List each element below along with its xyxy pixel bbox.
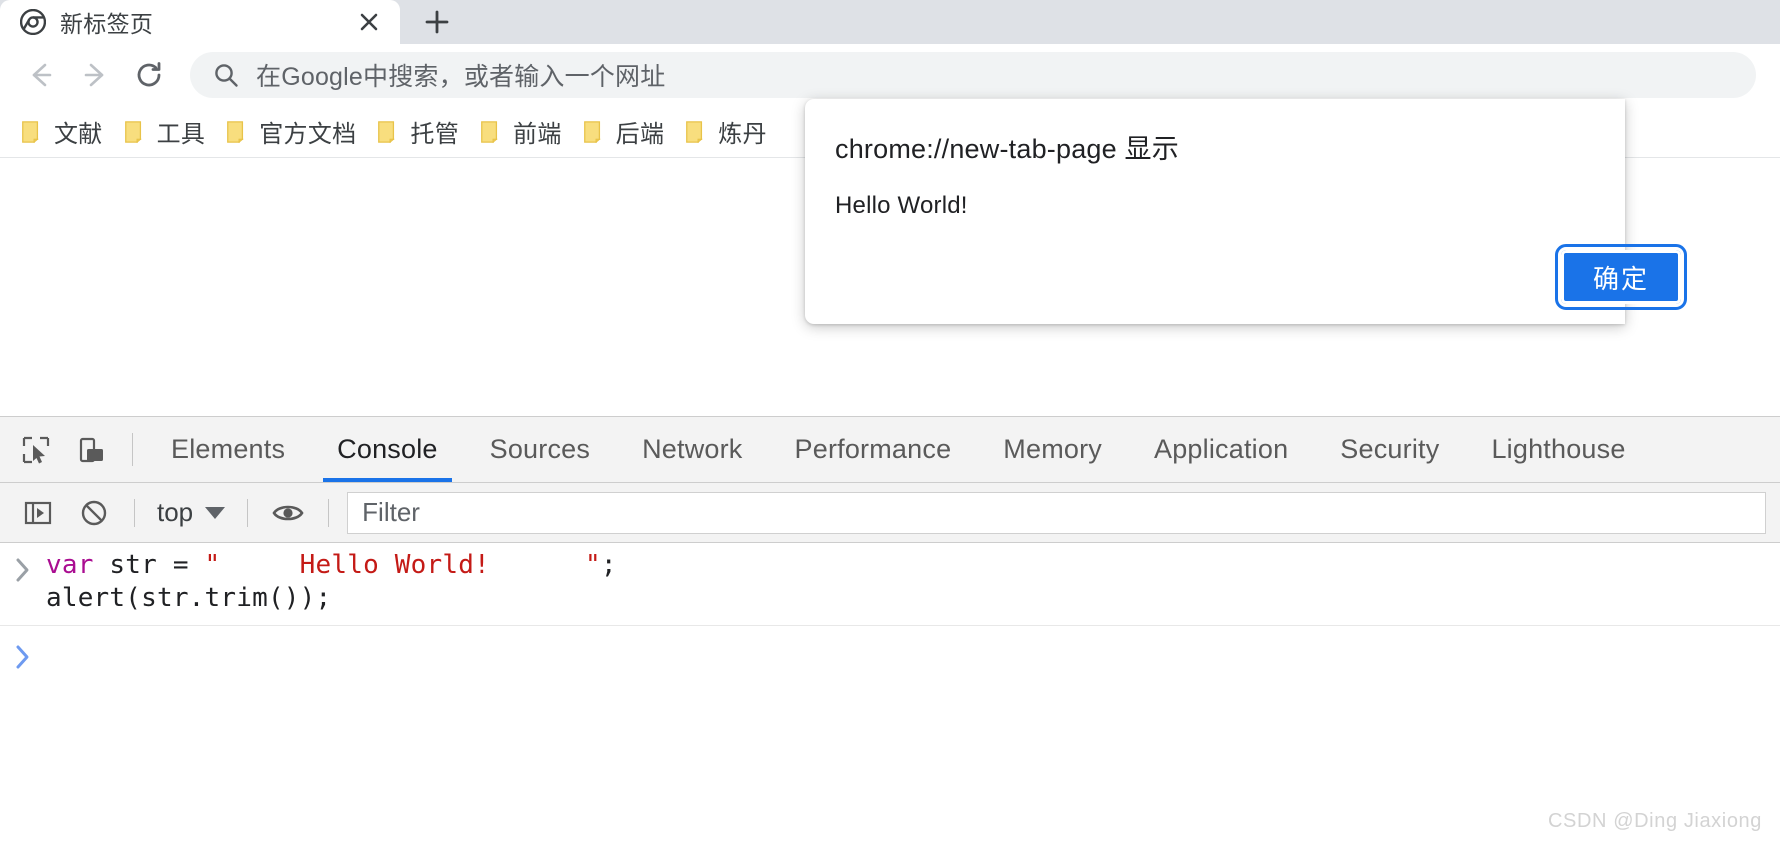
bookmark-item[interactable]: 官方文档	[215, 113, 366, 151]
bookmark-item[interactable]: 托管	[366, 113, 469, 151]
bookmark-item[interactable]: 后端	[572, 113, 675, 151]
folder-icon	[481, 120, 498, 143]
console-prompt-row[interactable]	[0, 626, 1780, 680]
live-expression-button[interactable]	[260, 489, 316, 537]
tab-strip-empty-area	[468, 0, 1780, 44]
bookmark-label: 后端	[615, 121, 665, 148]
console-entry-arrow-icon	[0, 549, 46, 583]
devtools-tab-security[interactable]: Security	[1314, 417, 1465, 482]
inspect-element-button[interactable]	[8, 417, 64, 482]
console-toolbar: top Filter	[0, 483, 1780, 543]
code-token-keyword: var	[46, 550, 94, 580]
toolbar-divider	[132, 433, 133, 466]
console-code-block: var str = " Hello World! "; alert(str.tr…	[46, 549, 617, 615]
console-toolbar-divider	[134, 498, 135, 527]
browser-tab-new-tab-page[interactable]: 新标签页	[0, 0, 400, 44]
plus-icon	[425, 10, 449, 34]
bookmark-label: 文献	[54, 121, 103, 148]
chrome-logo-icon	[20, 9, 46, 35]
console-context-label: top	[157, 497, 194, 527]
inspect-cursor-icon	[22, 436, 50, 463]
code-token-declaration: str =	[93, 550, 205, 580]
devtools-tab-lighthouse[interactable]: Lighthouse	[1465, 417, 1651, 482]
console-output-area[interactable]: var str = " Hello World! "; alert(str.tr…	[0, 543, 1780, 843]
code-token-string: " Hello World! "	[204, 550, 601, 580]
devtools-tab-network[interactable]: Network	[616, 417, 768, 482]
tab-strip: 新标签页	[0, 0, 1780, 44]
folder-icon	[227, 120, 244, 143]
arrow-right-icon	[84, 63, 104, 87]
code-line-two: alert(str.trim());	[46, 582, 332, 613]
bookmark-item[interactable]: 工具	[113, 113, 216, 151]
toggle-device-toolbar-button[interactable]	[64, 417, 120, 482]
dialog-actions: 确定	[835, 244, 1687, 310]
devtools-panel: Elements Console Sources Network Perform…	[0, 416, 1780, 843]
new-tab-button[interactable]	[406, 2, 468, 42]
bookmark-label: 炼丹	[718, 121, 767, 148]
bookmark-label: 工具	[156, 121, 206, 148]
bookmark-item[interactable]: 炼丹	[674, 113, 777, 151]
javascript-alert-dialog: chrome://new-tab-page 显示 Hello World! 确定	[805, 99, 1687, 324]
tab-title: 新标签页	[60, 11, 154, 37]
folder-icon	[22, 120, 39, 143]
clear-console-icon	[81, 500, 107, 525]
device-toolbar-icon	[79, 437, 103, 462]
devtools-tab-sources[interactable]: Sources	[464, 417, 616, 482]
bookmark-item[interactable]: 前端	[469, 113, 572, 151]
bookmark-label: 官方文档	[259, 121, 357, 148]
clear-console-button[interactable]	[66, 489, 122, 537]
back-button[interactable]	[14, 48, 68, 102]
folder-icon	[124, 120, 142, 143]
address-bar-placeholder: 在Google中搜索，或者输入一个网址	[256, 63, 666, 91]
browser-window: 新标签页 在Google中搜索，或者输入一个网址 文献 工具 官方文档 托管 前…	[0, 0, 1780, 843]
folder-icon	[378, 120, 396, 143]
eye-icon	[272, 505, 304, 520]
devtools-tab-bar: Elements Console Sources Network Perform…	[0, 417, 1780, 483]
console-filter-placeholder: Filter	[362, 497, 420, 527]
bookmark-item[interactable]: 文献	[10, 113, 113, 151]
dialog-ok-button[interactable]: 确定	[1555, 244, 1687, 310]
reload-icon	[137, 62, 161, 87]
chevron-down-icon	[205, 506, 226, 519]
folder-icon	[583, 120, 601, 143]
bookmark-label: 前端	[513, 121, 562, 148]
bookmark-label: 托管	[410, 121, 460, 148]
console-sidebar-toggle-button[interactable]	[10, 489, 66, 537]
tab-close-icon[interactable]	[352, 5, 386, 39]
console-input-entry: var str = " Hello World! "; alert(str.tr…	[0, 543, 1780, 626]
search-icon	[215, 64, 238, 87]
devtools-tab-performance[interactable]: Performance	[769, 417, 978, 482]
console-toolbar-divider	[247, 498, 249, 527]
console-toolbar-divider	[328, 498, 330, 527]
watermark-text: CSDN @Ding Jiaxiong	[1548, 810, 1762, 832]
arrow-left-icon	[32, 63, 52, 87]
devtools-tab-memory[interactable]: Memory	[977, 417, 1128, 482]
console-context-selector[interactable]: top	[147, 491, 235, 535]
folder-icon	[686, 120, 704, 143]
reload-button[interactable]	[122, 48, 176, 102]
dialog-origin-text: chrome://new-tab-page 显示	[835, 134, 1179, 164]
devtools-tab-console[interactable]: Console	[311, 417, 463, 482]
devtools-tab-elements[interactable]: Elements	[145, 417, 311, 482]
console-sidebar-icon	[24, 501, 52, 524]
forward-button[interactable]	[68, 48, 122, 102]
code-token-semicolon: ;	[600, 550, 617, 580]
console-prompt-arrow-icon	[0, 636, 46, 670]
console-filter-input[interactable]: Filter	[347, 491, 1766, 534]
devtools-tab-application[interactable]: Application	[1128, 417, 1314, 482]
dialog-message-text: Hello World!	[835, 192, 968, 219]
browser-toolbar: 在Google中搜索，或者输入一个网址	[0, 44, 1780, 106]
address-bar[interactable]: 在Google中搜索，或者输入一个网址	[190, 52, 1756, 98]
